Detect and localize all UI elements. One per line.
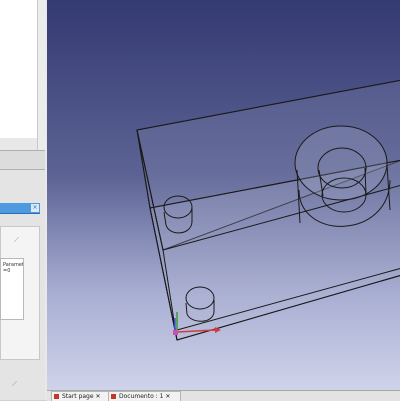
- page-icon: [54, 394, 59, 399]
- tree-scrollbar[interactable]: [37, 0, 46, 150]
- close-icon[interactable]: ×: [31, 204, 39, 212]
- tab-label: Documento : 1 ✕: [119, 393, 171, 400]
- 3d-viewport[interactable]: [47, 0, 400, 390]
- model-tree-view[interactable]: [0, 0, 38, 138]
- part-icon: [111, 394, 116, 399]
- parameter-box[interactable]: Parameter =0: [0, 258, 24, 320]
- panel-splitter[interactable]: [0, 150, 45, 170]
- parameter-text: Parameter =0: [3, 262, 23, 274]
- resize-grip-icon[interactable]: ⟋: [14, 236, 22, 244]
- resize-grip-icon[interactable]: ⟋: [12, 380, 20, 388]
- large-cylinder-outer-top: [294, 125, 388, 201]
- tab-label: Start page ✕: [62, 393, 101, 400]
- 3d-model-view[interactable]: [47, 0, 400, 390]
